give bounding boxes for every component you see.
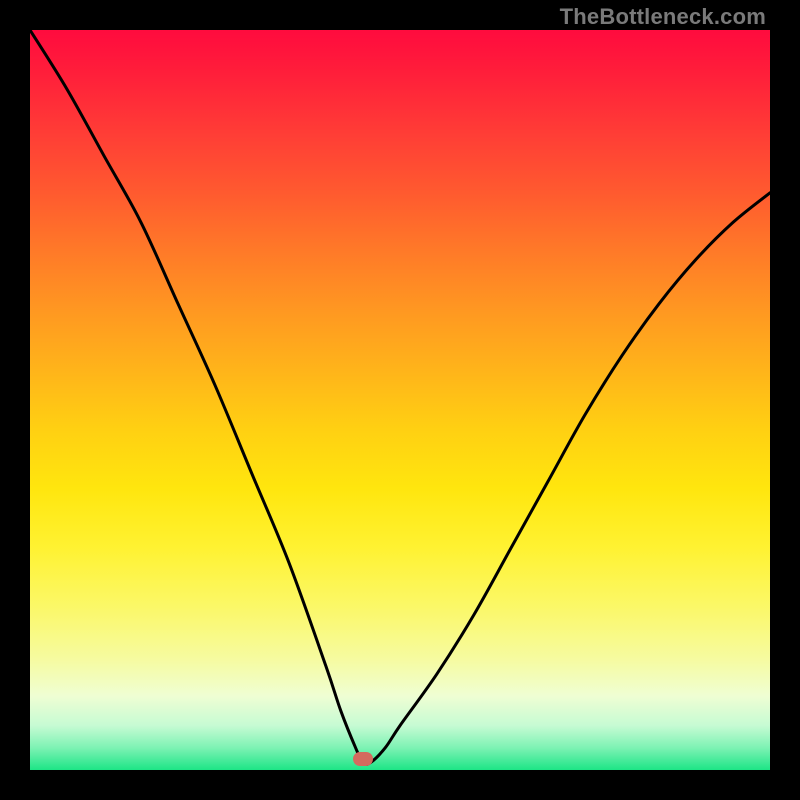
watermark-text: TheBottleneck.com (560, 4, 766, 30)
plot-area (30, 30, 770, 770)
chart-frame: TheBottleneck.com (0, 0, 800, 800)
bottleneck-curve (30, 30, 770, 770)
optimum-marker (353, 752, 373, 766)
